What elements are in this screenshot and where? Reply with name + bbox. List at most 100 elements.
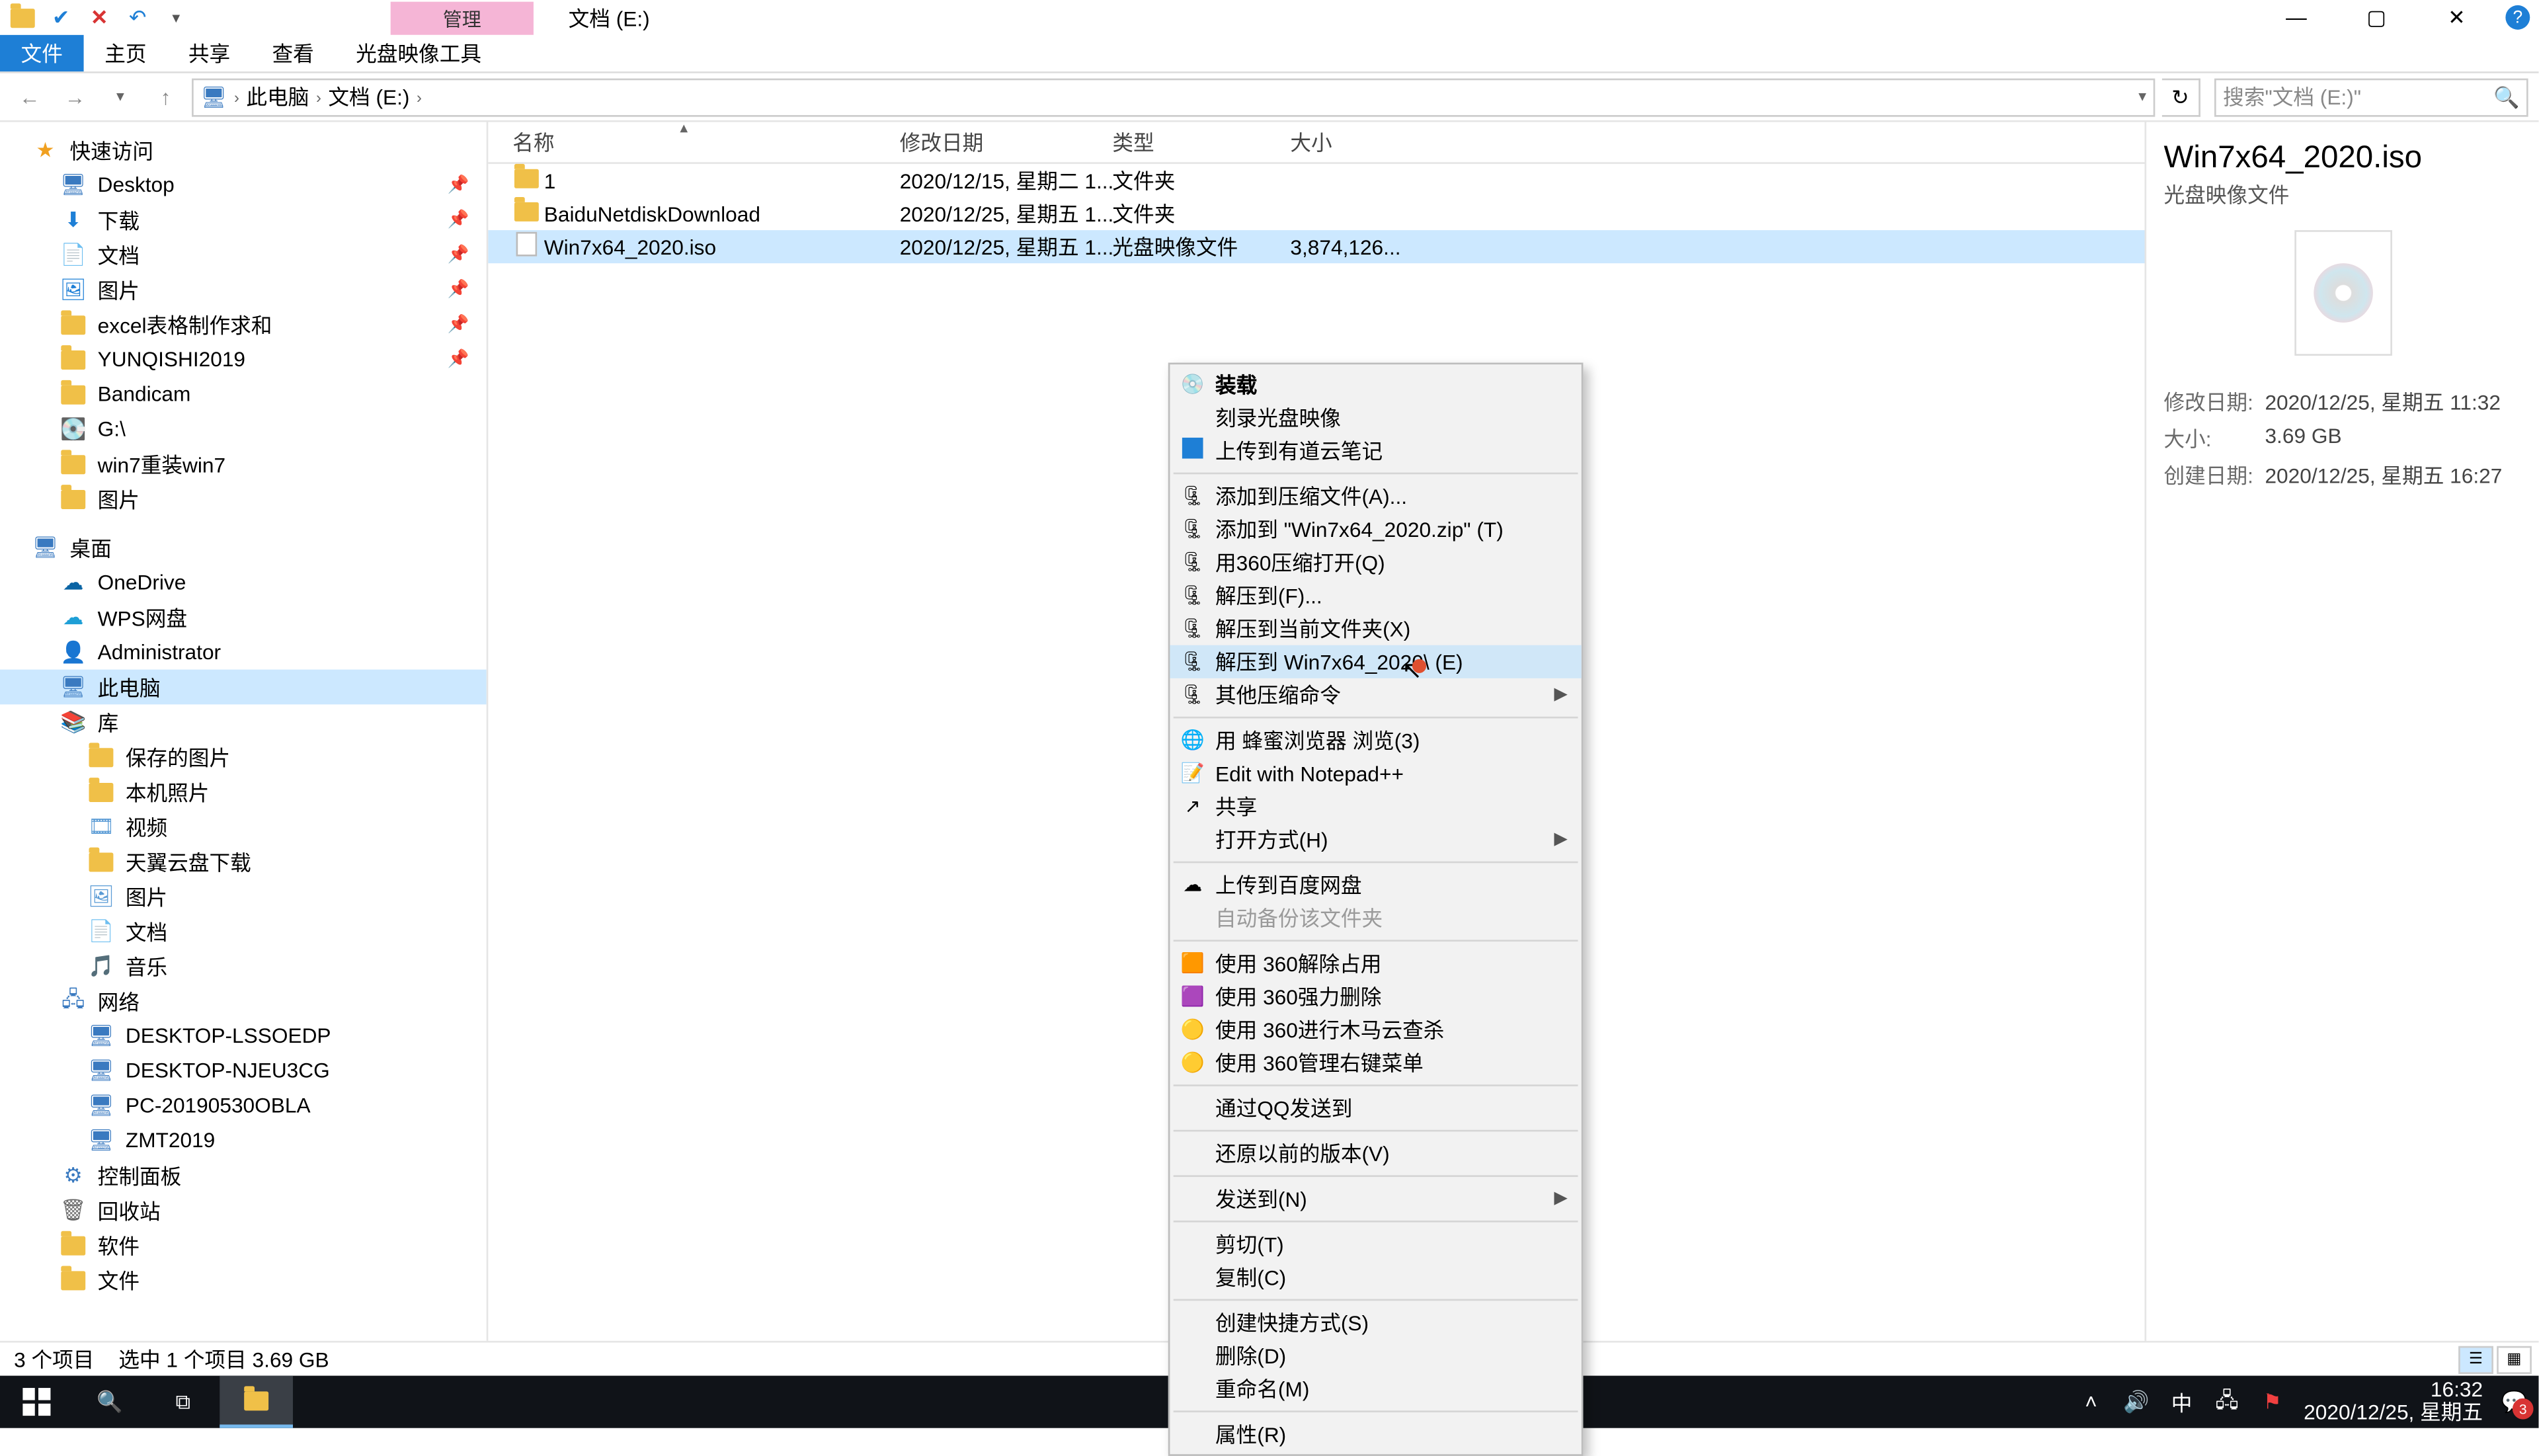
search-button[interactable]: 🔍: [73, 1376, 147, 1428]
maximize-button[interactable]: ▢: [2337, 0, 2417, 35]
tree-pc1[interactable]: 🖥DESKTOP-LSSOEDP: [0, 1018, 487, 1053]
col-date[interactable]: 修改日期: [900, 128, 984, 157]
tree-pc4[interactable]: 🖥ZMT2019: [0, 1123, 487, 1158]
tree-bandicam[interactable]: Bandicam: [0, 377, 487, 412]
menu-item[interactable]: 🗜解压到当前文件夹(X): [1170, 612, 1581, 645]
qa-delete-icon[interactable]: ✕: [84, 2, 115, 33]
tree-onedrive[interactable]: ☁OneDrive: [0, 565, 487, 600]
ime-indicator[interactable]: 中: [2167, 1388, 2195, 1416]
tree-videos[interactable]: 🎞视频: [0, 809, 487, 844]
tree-admin[interactable]: 👤Administrator: [0, 635, 487, 670]
file-row[interactable]: BaiduNetdiskDownload2020/12/25, 星期五 1...…: [488, 197, 2144, 230]
tree-music[interactable]: 🎵音乐: [0, 949, 487, 984]
breadcrumb[interactable]: 🖥 › 此电脑 › 文档 (E:) › ▾: [192, 77, 2155, 116]
tree-saved-pics[interactable]: 保存的图片: [0, 739, 487, 774]
file-list[interactable]: ▴ 名称 修改日期 类型 大小 12020/12/15, 星期二 1...文件夹…: [488, 122, 2144, 1341]
qa-customize-icon[interactable]: ▾: [161, 2, 192, 33]
menu-item[interactable]: 🗜解压到(F)...: [1170, 579, 1581, 612]
help-button[interactable]: ?: [2497, 0, 2538, 35]
menu-item[interactable]: 复制(C): [1170, 1261, 1581, 1294]
tree-yunqishi[interactable]: YUNQISHI2019📌: [0, 342, 487, 377]
menu-item[interactable]: ↗共享: [1170, 790, 1581, 823]
ribbon-share[interactable]: 共享: [167, 35, 251, 71]
volume-icon[interactable]: 🔊: [2122, 1388, 2150, 1416]
tray-chevron-icon[interactable]: ˄: [2077, 1388, 2105, 1416]
crumb-current[interactable]: 文档 (E:): [328, 82, 409, 112]
menu-item[interactable]: 🟡使用 360管理右键菜单: [1170, 1046, 1581, 1079]
menu-item[interactable]: 剪切(T): [1170, 1227, 1581, 1260]
tree-thispc[interactable]: 🖥此电脑: [0, 670, 487, 705]
tree-documents[interactable]: 📄文档📌: [0, 237, 487, 272]
menu-item[interactable]: 通过QQ发送到: [1170, 1092, 1581, 1125]
qa-pin-icon[interactable]: ✔: [46, 2, 77, 33]
menu-item[interactable]: 发送到(N)▶: [1170, 1182, 1581, 1215]
tree-win7[interactable]: win7重装win7: [0, 446, 487, 481]
tree-recycle[interactable]: 🗑回收站: [0, 1193, 487, 1228]
file-row[interactable]: Win7x64_2020.iso2020/12/25, 星期五 1...光盘映像…: [488, 230, 2144, 263]
start-button[interactable]: [0, 1376, 73, 1428]
tree-docs-lib[interactable]: 📄文档: [0, 914, 487, 949]
tree-desktop-group[interactable]: 🖥桌面: [0, 530, 487, 565]
tree-pics-lib[interactable]: 🖼图片: [0, 879, 487, 914]
taskbar-clock[interactable]: 16:32 2020/12/25, 星期五: [2304, 1379, 2483, 1425]
menu-item[interactable]: 🗜用360压缩打开(Q): [1170, 546, 1581, 579]
menu-item[interactable]: 还原以前的版本(V): [1170, 1137, 1581, 1170]
forward-button[interactable]: →: [56, 77, 94, 116]
menu-item[interactable]: 上传到有道云笔记: [1170, 434, 1581, 467]
ribbon-home[interactable]: 主页: [84, 35, 168, 71]
tree-library[interactable]: 📚库: [0, 704, 487, 739]
close-button[interactable]: ✕: [2417, 0, 2497, 35]
minimize-button[interactable]: —: [2256, 0, 2336, 35]
menu-item[interactable]: 📝Edit with Notepad++: [1170, 756, 1581, 789]
menu-item[interactable]: ☁上传到百度网盘: [1170, 868, 1581, 901]
tree-gdrive[interactable]: 💽G:\: [0, 411, 487, 446]
tree-network[interactable]: 🖧网络: [0, 983, 487, 1018]
col-size[interactable]: 大小: [1290, 128, 1332, 157]
menu-item[interactable]: 🗜其他压缩命令▶: [1170, 678, 1581, 711]
menu-item[interactable]: 🗜添加到压缩文件(A)...: [1170, 479, 1581, 512]
tree-desktop[interactable]: 🖥Desktop📌: [0, 167, 487, 202]
taskview-button[interactable]: ⧉: [147, 1376, 220, 1428]
menu-item[interactable]: 🟡使用 360进行木马云查杀: [1170, 1013, 1581, 1046]
nav-tree[interactable]: ★快速访问 🖥Desktop📌 ⬇下载📌 📄文档📌 🖼图片📌 excel表格制作…: [0, 122, 488, 1341]
menu-item[interactable]: 💿装载: [1170, 368, 1581, 401]
menu-item[interactable]: 属性(R): [1170, 1418, 1581, 1451]
file-row[interactable]: 12020/12/15, 星期二 1...文件夹: [488, 164, 2144, 197]
menu-item[interactable]: 刻录光盘映像: [1170, 401, 1581, 434]
view-thumbnails-button[interactable]: ▦: [2497, 1345, 2532, 1373]
tree-tianyi[interactable]: 天翼云盘下载: [0, 844, 487, 879]
security-icon[interactable]: ⚑: [2259, 1388, 2286, 1416]
menu-item[interactable]: 🗜添加到 "Win7x64_2020.zip" (T): [1170, 512, 1581, 546]
tree-pc3[interactable]: 🖥PC-20190530OBLA: [0, 1088, 487, 1123]
view-details-button[interactable]: ☰: [2458, 1345, 2493, 1373]
col-name[interactable]: 名称: [512, 128, 554, 157]
history-dropdown[interactable]: ▾: [101, 77, 140, 116]
tree-quick-access[interactable]: ★快速访问: [0, 132, 487, 167]
qa-undo-icon[interactable]: ↶: [122, 2, 153, 33]
menu-item[interactable]: 创建快捷方式(S): [1170, 1306, 1581, 1339]
tree-ctrlpanel[interactable]: ⚙控制面板: [0, 1158, 487, 1193]
notifications-icon[interactable]: 💬3: [2500, 1388, 2528, 1416]
col-type[interactable]: 类型: [1112, 128, 1154, 157]
ribbon-disc-tools[interactable]: 光盘映像工具: [335, 35, 502, 71]
back-button[interactable]: ←: [11, 77, 49, 116]
search-input[interactable]: 搜索"文档 (E:)" 🔍: [2214, 77, 2528, 116]
tree-pc2[interactable]: 🖥DESKTOP-NJEU3CG: [0, 1053, 487, 1088]
ribbon-view[interactable]: 查看: [251, 35, 335, 71]
menu-item[interactable]: 🗜解压到 Win7x64_2020\ (E): [1170, 645, 1581, 678]
tree-pictures[interactable]: 🖼图片📌: [0, 272, 487, 307]
menu-item[interactable]: 重命名(M): [1170, 1372, 1581, 1405]
menu-item[interactable]: 删除(D): [1170, 1339, 1581, 1372]
explorer-taskbar-button[interactable]: [220, 1376, 293, 1428]
address-history-icon[interactable]: ▾: [2138, 87, 2146, 106]
menu-item[interactable]: 🟪使用 360强力删除: [1170, 980, 1581, 1013]
tree-downloads[interactable]: ⬇下载📌: [0, 202, 487, 237]
ribbon-file[interactable]: 文件: [0, 35, 84, 71]
crumb-thispc[interactable]: 此电脑: [246, 82, 309, 112]
tree-excel[interactable]: excel表格制作求和📌: [0, 307, 487, 342]
tree-files[interactable]: 文件: [0, 1262, 487, 1297]
menu-item[interactable]: 🟧使用 360解除占用: [1170, 947, 1581, 980]
tree-local-pics[interactable]: 本机照片: [0, 774, 487, 809]
tree-pictures2[interactable]: 图片: [0, 481, 487, 516]
menu-item[interactable]: 🌐用 蜂蜜浏览器 浏览(3): [1170, 723, 1581, 756]
